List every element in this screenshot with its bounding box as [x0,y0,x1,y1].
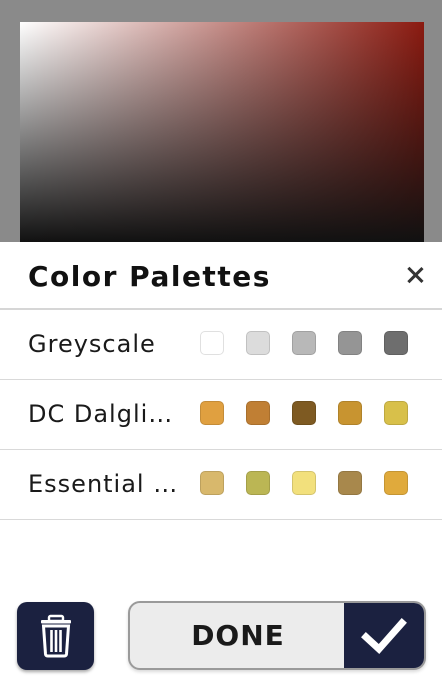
saturation-brightness-picker[interactable] [20,22,424,242]
color-picker-backdrop [0,0,442,242]
screen: Color Palettes Greyscale DC Dalgli… Essent… [0,0,442,688]
palette-row[interactable]: Essential … [0,450,442,520]
close-icon[interactable] [406,266,424,284]
color-swatch[interactable] [384,471,408,495]
palette-swatches [200,401,408,425]
palette-swatches [200,471,408,495]
palette-name: DC Dalgli… [28,400,174,428]
color-swatch[interactable] [384,401,408,425]
sheet-header: Color Palettes [0,242,442,310]
color-swatch[interactable] [292,331,316,355]
palette-list: Greyscale DC Dalgli… Essential … [0,310,442,520]
confirm-area [344,603,424,668]
color-swatch[interactable] [338,401,362,425]
check-icon [361,618,407,654]
palette-name: Essential … [28,470,179,498]
color-swatch[interactable] [246,331,270,355]
color-swatch[interactable] [246,401,270,425]
palette-row[interactable]: Greyscale [0,310,442,380]
color-swatch[interactable] [246,471,270,495]
done-label: DONE [191,619,285,652]
palette-row[interactable]: DC Dalgli… [0,380,442,450]
color-swatch[interactable] [384,331,408,355]
color-swatch[interactable] [338,331,362,355]
palette-swatches [200,331,408,355]
sheet-title: Color Palettes [28,260,271,293]
color-swatch[interactable] [200,471,224,495]
palette-name: Greyscale [28,330,156,358]
trash-icon [41,614,71,658]
done-button[interactable]: DONE [128,601,426,670]
color-swatch[interactable] [292,401,316,425]
delete-button[interactable] [17,602,94,670]
color-swatch[interactable] [200,401,224,425]
color-swatch[interactable] [338,471,362,495]
color-swatch[interactable] [292,471,316,495]
color-swatch[interactable] [200,331,224,355]
